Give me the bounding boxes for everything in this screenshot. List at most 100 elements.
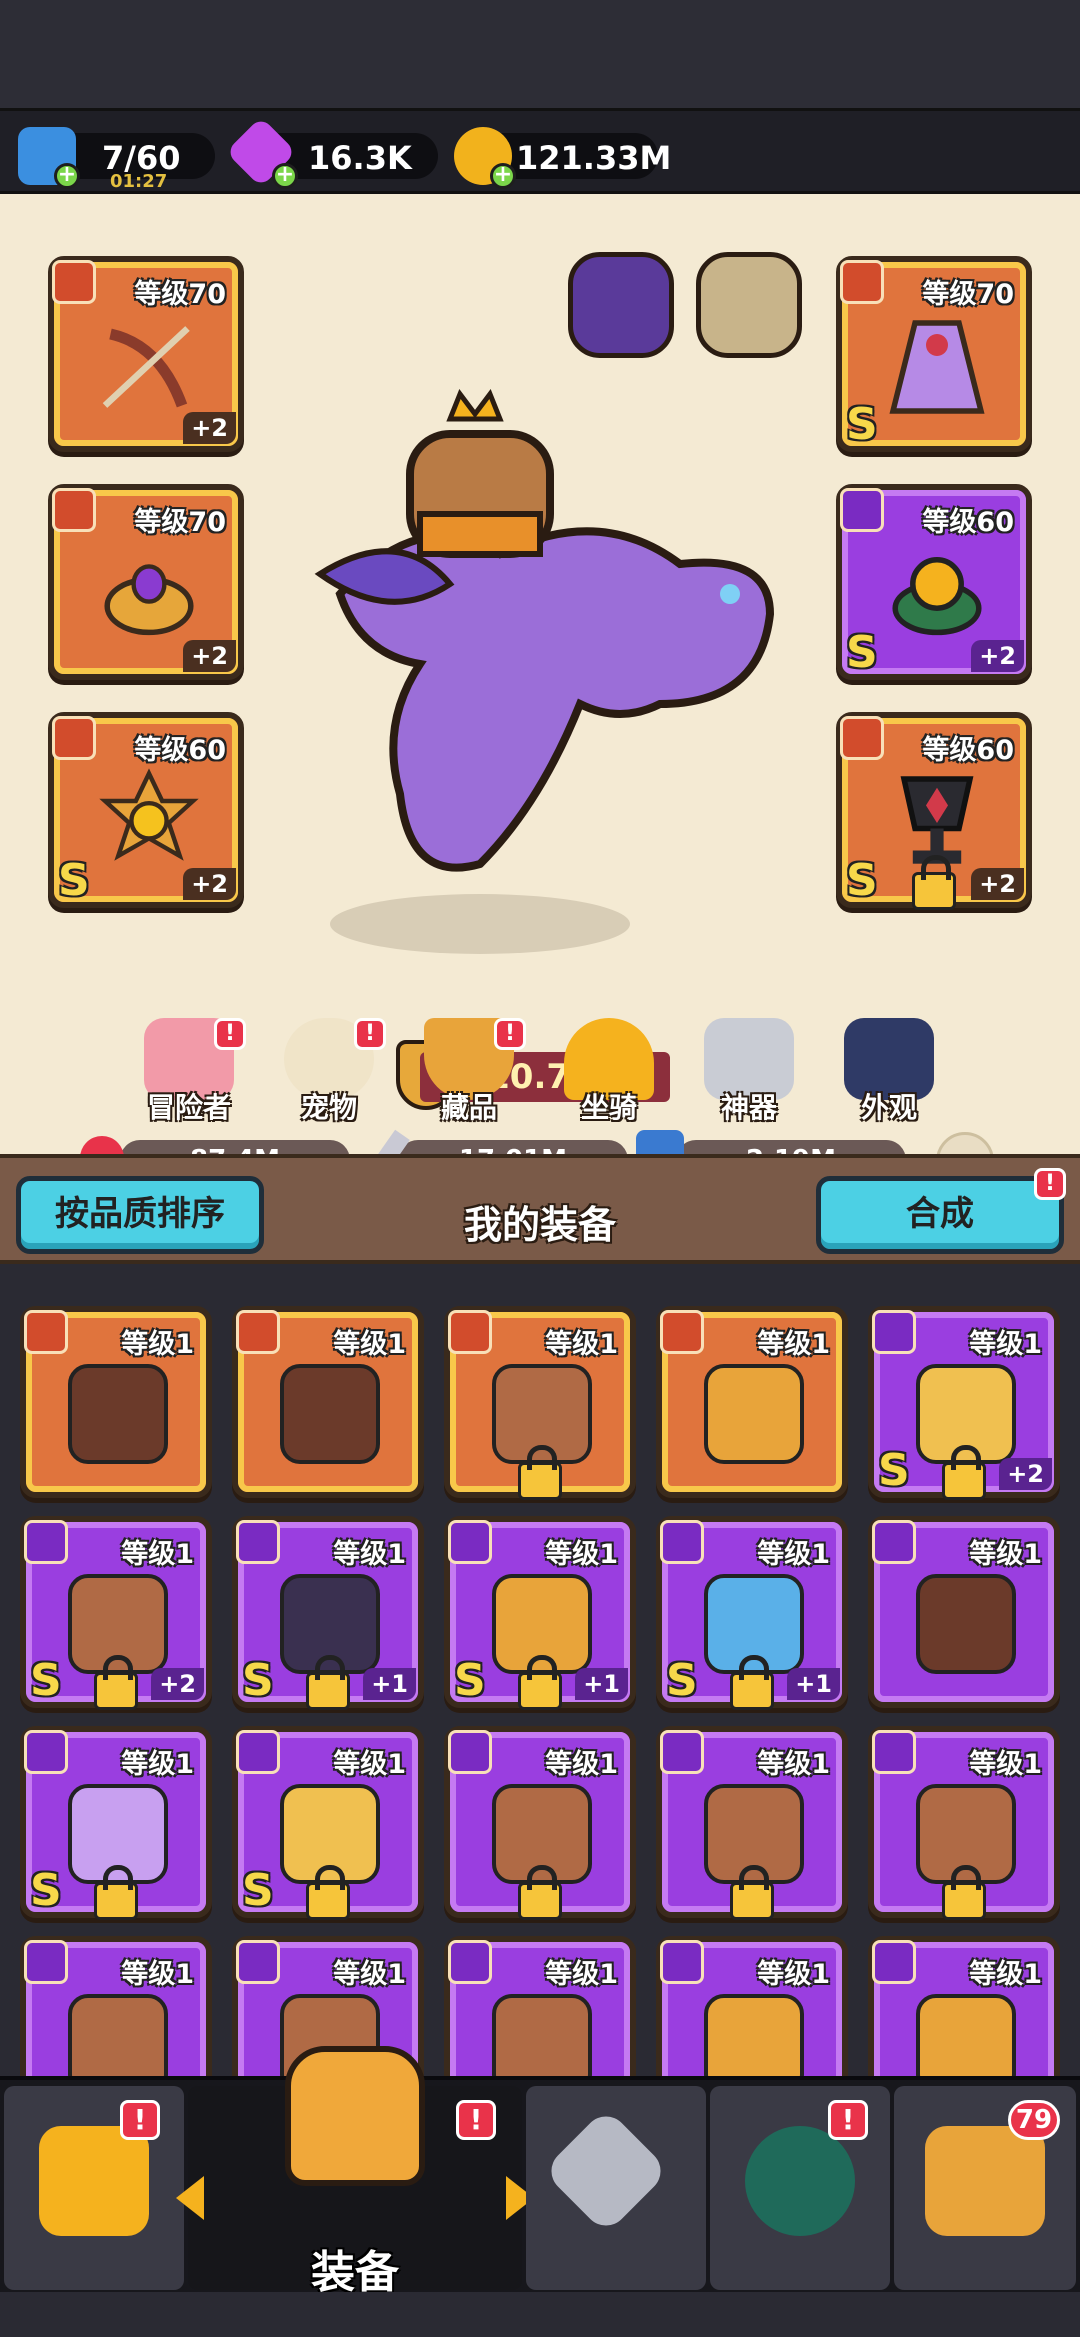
inventory-grid: 等级1 等级1 等级1 等级1 等级1 S +2 等级1 S +2 等级1 S … bbox=[0, 1264, 1080, 2076]
equip-slot-weapon[interactable]: 等级70 +2 bbox=[48, 256, 244, 452]
rank-badge: S bbox=[878, 1445, 910, 1496]
alert-badge: ! bbox=[214, 1018, 246, 1050]
item-level: 等级1 bbox=[757, 1749, 830, 1780]
menu-pet[interactable]: 宠物 ! bbox=[274, 1018, 386, 1138]
slot-level: 等级60 bbox=[922, 735, 1014, 766]
item-plus: +1 bbox=[787, 1668, 840, 1700]
inventory-item[interactable]: 等级1 bbox=[868, 1516, 1060, 1708]
character-panel: 等级70 +2 等级70 +2 等级60 S +2 等级70 S 等级60 S … bbox=[0, 194, 1080, 1300]
gem-counter[interactable]: + 16.3K bbox=[225, 116, 438, 189]
ring-icon bbox=[704, 1364, 804, 1464]
inventory-item[interactable]: 等级1 S +1 bbox=[232, 1516, 424, 1710]
add-coin-button[interactable]: + bbox=[490, 163, 516, 189]
inventory-item[interactable]: 等级1 S +1 bbox=[444, 1516, 636, 1710]
item-type-icon bbox=[872, 1520, 916, 1564]
item-level: 等级1 bbox=[545, 1749, 618, 1780]
menu-label: 外观 bbox=[860, 1091, 917, 1124]
inventory-item[interactable]: 等级1 bbox=[656, 1936, 848, 2076]
nav-chest[interactable]: 79 bbox=[894, 2086, 1076, 2290]
menu-collection[interactable]: 藏品 ! bbox=[414, 1018, 526, 1138]
slot-level: 等级70 bbox=[922, 279, 1014, 310]
item-level: 等级1 bbox=[969, 1329, 1042, 1360]
equip-slot-chalice[interactable]: 等级60 S +2 bbox=[836, 712, 1032, 910]
coin-value: 121.33M bbox=[516, 139, 672, 177]
lock-icon bbox=[94, 1655, 138, 1710]
inventory-item[interactable]: 等级1 bbox=[656, 1726, 848, 1920]
rank-badge: S bbox=[454, 1655, 486, 1706]
item-type-icon bbox=[448, 1940, 492, 1984]
menu-appearance[interactable]: 外观 bbox=[834, 1018, 944, 1138]
inventory-item[interactable]: 等级1 bbox=[20, 1936, 212, 2076]
inventory-item[interactable]: 等级1 bbox=[868, 1726, 1060, 1920]
weapon-type-icon bbox=[52, 260, 96, 304]
item-type-icon bbox=[236, 1730, 280, 1774]
item-type-icon bbox=[872, 1310, 916, 1354]
item-type-icon bbox=[660, 1310, 704, 1354]
rank-badge: S bbox=[846, 399, 878, 450]
inventory-item[interactable]: 等级1 bbox=[444, 1936, 636, 2076]
nav-shop[interactable]: ! bbox=[4, 2086, 184, 2290]
item-level: 等级1 bbox=[333, 1959, 406, 1990]
nav-upgrade[interactable]: ! bbox=[710, 2086, 890, 2290]
coin-counter[interactable]: + 121.33M bbox=[454, 127, 671, 189]
item-type-icon bbox=[24, 1940, 68, 1984]
menu-label: 坐骑 bbox=[580, 1091, 637, 1124]
rank-badge: S bbox=[30, 1655, 62, 1706]
menu-mount[interactable]: 坐骑 bbox=[554, 1018, 664, 1138]
item-level: 等级1 bbox=[333, 1539, 406, 1570]
lock-icon bbox=[306, 1865, 350, 1920]
rank-badge: S bbox=[846, 855, 878, 906]
alert-badge: ! bbox=[828, 2100, 868, 2140]
inventory-item[interactable]: 等级1 bbox=[20, 1306, 212, 1498]
equip-slot-orb-ring[interactable]: 等级60 S +2 bbox=[836, 484, 1032, 680]
upgrade-arrow-icon bbox=[745, 2126, 855, 2236]
menu-adventurer[interactable]: 冒险者 ! bbox=[134, 1018, 246, 1138]
inventory-item[interactable]: 等级1 bbox=[444, 1726, 636, 1920]
equip-slot-cloak[interactable]: 等级70 S bbox=[836, 256, 1032, 452]
menu-artifact[interactable]: 神器 bbox=[694, 1018, 804, 1138]
inventory-item[interactable]: 等级1 bbox=[232, 1306, 424, 1498]
nav-label: 装备 bbox=[311, 2247, 399, 2298]
rank-badge: S bbox=[242, 1655, 274, 1706]
item-level: 等级1 bbox=[969, 1749, 1042, 1780]
merge-button[interactable]: 合成 bbox=[816, 1176, 1064, 1254]
gem-value: 16.3K bbox=[308, 139, 412, 177]
add-energy-button[interactable]: + bbox=[54, 163, 80, 189]
item-level: 等级1 bbox=[757, 1959, 830, 1990]
item-plus: +2 bbox=[999, 1458, 1052, 1490]
inventory-item[interactable]: 等级1 S +2 bbox=[868, 1306, 1060, 1500]
item-level: 等级1 bbox=[969, 1539, 1042, 1570]
orb-ring-icon bbox=[892, 557, 982, 636]
item-plus: +2 bbox=[151, 1668, 204, 1700]
slot-level: 等级60 bbox=[922, 507, 1014, 538]
slot-plus: +2 bbox=[183, 868, 236, 900]
inventory-item[interactable]: 等级1 bbox=[656, 1306, 848, 1498]
item-level: 等级1 bbox=[757, 1329, 830, 1360]
nav-equipment[interactable]: ! 装备 bbox=[176, 2046, 534, 2298]
equip-slot-ring[interactable]: 等级70 +2 bbox=[48, 484, 244, 680]
inventory-item[interactable]: 等级1 bbox=[444, 1306, 636, 1500]
armor-icon bbox=[492, 1994, 592, 2076]
status-area bbox=[0, 0, 1080, 108]
inventory-item[interactable]: 等级1 S bbox=[232, 1726, 424, 1920]
add-gem-button[interactable]: + bbox=[272, 163, 298, 189]
rank-badge: S bbox=[30, 1865, 62, 1916]
menu-label: 藏品 bbox=[440, 1091, 497, 1124]
inventory-item[interactable]: 等级1 S bbox=[20, 1726, 212, 1920]
inventory-item[interactable]: 等级1 bbox=[868, 1936, 1060, 2076]
item-type-icon bbox=[236, 1310, 280, 1354]
nav-left-arrow-icon[interactable] bbox=[176, 2176, 204, 2220]
item-level: 等级1 bbox=[545, 1959, 618, 1990]
inventory-item[interactable]: 等级1 S +1 bbox=[656, 1516, 848, 1710]
item-plus: +1 bbox=[575, 1668, 628, 1700]
bow-icon bbox=[102, 326, 190, 408]
rank-badge: S bbox=[666, 1655, 698, 1706]
slot-level: 等级70 bbox=[134, 507, 226, 538]
inventory-item[interactable]: 等级1 S +2 bbox=[20, 1516, 212, 1710]
equip-slot-amulet[interactable]: 等级60 S +2 bbox=[48, 712, 244, 908]
lock-icon bbox=[912, 855, 956, 910]
equipment-header: 按品质排序 我的装备 合成 ! bbox=[0, 1154, 1080, 1264]
nav-battle[interactable] bbox=[526, 2086, 706, 2290]
armor-type-icon bbox=[840, 260, 884, 304]
energy-counter[interactable]: + 7/60 01:27 bbox=[18, 127, 215, 192]
